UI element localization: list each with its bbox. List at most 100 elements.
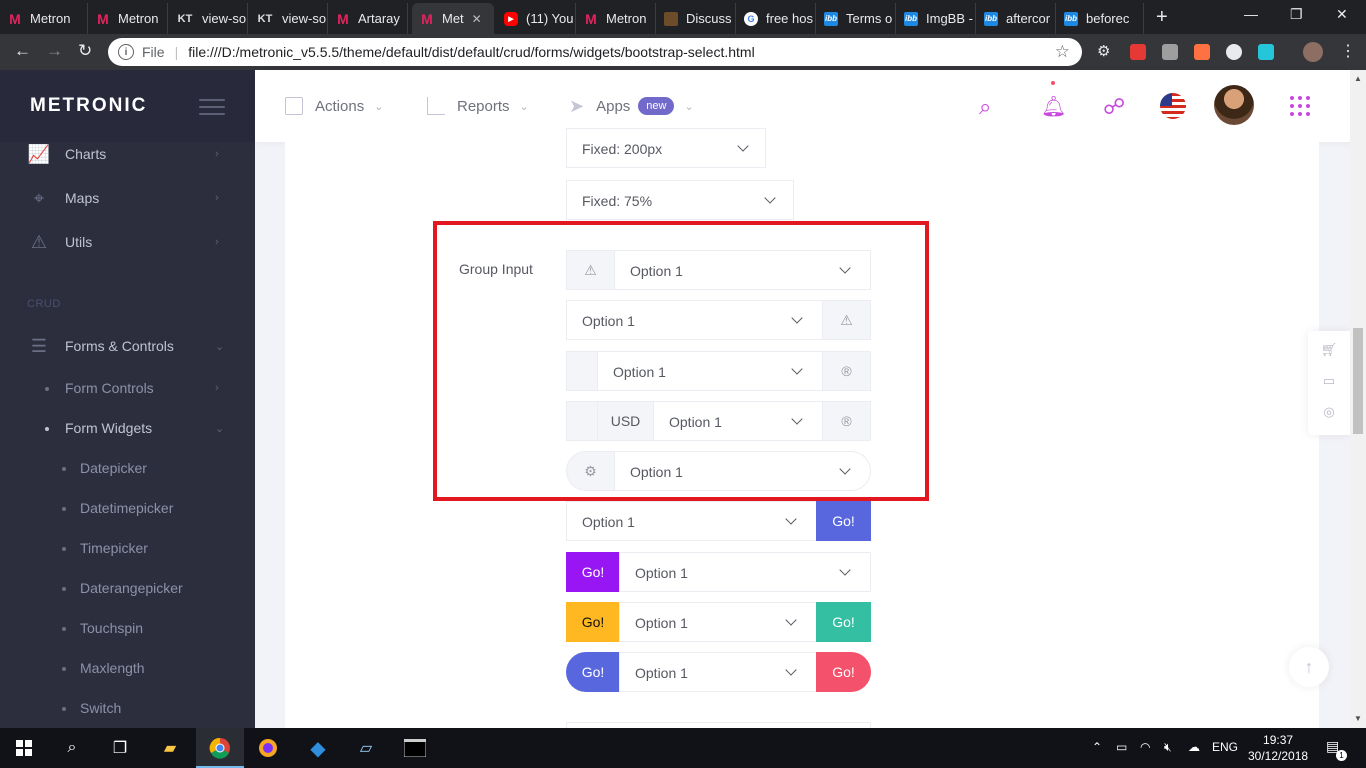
page-scrollbar[interactable]: ▲ ▼ bbox=[1350, 70, 1366, 728]
select-group-4[interactable]: Option 1 bbox=[653, 401, 823, 441]
browser-tab[interactable]: M Metron bbox=[576, 3, 656, 34]
sidebar-item-charts[interactable]: 📈 Charts › bbox=[0, 134, 255, 174]
notepad-icon[interactable]: ▱ bbox=[354, 736, 378, 760]
windows-start-icon[interactable] bbox=[12, 736, 36, 760]
sidebar-item-datetimepicker[interactable]: Datetimepicker bbox=[80, 500, 173, 516]
go-button-purple[interactable]: Go! bbox=[566, 552, 620, 592]
extension-icon[interactable] bbox=[1258, 44, 1274, 60]
browser-tab-active[interactable]: M Met ✕ bbox=[412, 3, 494, 34]
flag-us-icon[interactable] bbox=[1160, 93, 1186, 119]
extension-icon[interactable] bbox=[1162, 44, 1178, 60]
bullet-icon bbox=[62, 627, 66, 631]
back-icon[interactable]: ← bbox=[14, 41, 31, 61]
chrome-icon[interactable] bbox=[208, 736, 232, 760]
extension-icon[interactable] bbox=[1130, 44, 1146, 60]
select-fixed-75[interactable]: Fixed: 75% bbox=[566, 180, 794, 220]
select-group-8[interactable]: Option 1 bbox=[619, 602, 817, 642]
sidebar-item-form-controls[interactable]: Form Controls › bbox=[0, 368, 255, 408]
select-group-5[interactable]: Option 1 bbox=[614, 451, 871, 491]
minimize-icon[interactable]: — bbox=[1244, 6, 1258, 22]
sidebar-item-datepicker[interactable]: Datepicker bbox=[80, 460, 147, 476]
clock[interactable]: 19:37 30/12/2018 bbox=[1248, 732, 1308, 764]
select-group-7[interactable]: Option 1 bbox=[619, 552, 871, 592]
terminal-icon[interactable] bbox=[403, 736, 427, 760]
select-group-3[interactable]: Option 1 bbox=[597, 351, 823, 391]
scroll-top-button[interactable]: ↑ bbox=[1289, 647, 1329, 687]
lifebuoy-icon[interactable]: ◎ bbox=[1322, 404, 1336, 419]
browser-tab[interactable]: M Artaray bbox=[328, 3, 408, 34]
chevron-down-icon bbox=[785, 664, 797, 676]
browser-tab[interactable]: Discuss bbox=[656, 3, 736, 34]
bookmark-star-icon[interactable]: ☆ bbox=[1055, 42, 1070, 62]
browser-tab[interactable]: M Metron bbox=[88, 3, 168, 34]
select-group-6[interactable]: Option 1 bbox=[566, 501, 817, 541]
vpn-icon[interactable] bbox=[256, 736, 280, 760]
sidebar-item-timepicker[interactable]: Timepicker bbox=[80, 540, 148, 556]
extension-icon[interactable] bbox=[1226, 44, 1242, 60]
nav-reports[interactable]: Reports ⌄ bbox=[427, 70, 529, 142]
browser-tab[interactable]: ibb aftercor bbox=[976, 3, 1056, 34]
nav-actions[interactable]: Actions ⌄ bbox=[285, 70, 383, 142]
select-group-1[interactable]: Option 1 bbox=[614, 250, 871, 290]
cart-icon[interactable]: 🛒︎ bbox=[1321, 342, 1338, 357]
extension-icon[interactable] bbox=[1194, 44, 1210, 60]
browser-tab[interactable]: ibb ImgBB - bbox=[896, 3, 976, 34]
go-button-red-pill[interactable]: Go! bbox=[816, 652, 871, 692]
scrollbar-thumb[interactable] bbox=[1353, 328, 1363, 434]
wifi-icon[interactable]: ◠ bbox=[1140, 740, 1150, 754]
scroll-down-arrow[interactable]: ▼ bbox=[1354, 714, 1362, 723]
browser-tab[interactable]: M Metron bbox=[0, 3, 88, 34]
sidebar-item-maps[interactable]: ⌖ Maps › bbox=[0, 178, 255, 218]
sidebar-toggle-icon[interactable] bbox=[199, 99, 225, 120]
menu-kebab-icon[interactable]: ⋮ bbox=[1340, 41, 1356, 61]
go-button-blue-pill[interactable]: Go! bbox=[566, 652, 620, 692]
apps-grid-icon[interactable] bbox=[1290, 96, 1310, 116]
select-fixed-200[interactable]: Fixed: 200px bbox=[566, 128, 766, 168]
info-icon[interactable]: i bbox=[118, 44, 134, 60]
browser-tab[interactable]: KT view-so bbox=[168, 3, 248, 34]
code-icon[interactable]: ▭ bbox=[1322, 373, 1336, 388]
browser-tab[interactable]: KT view-so bbox=[248, 3, 328, 34]
browser-tab[interactable]: Gfree hos bbox=[736, 3, 816, 34]
vscode-icon[interactable]: ◆ bbox=[306, 736, 330, 760]
sidebar-item-forms-controls[interactable]: ☰ Forms & Controls ⌄ bbox=[0, 326, 255, 366]
address-bar[interactable]: i File | file:///D:/metronic_v5.5.5/them… bbox=[108, 38, 1082, 66]
sidebar-item-form-widgets[interactable]: Form Widgets ⌄ bbox=[0, 408, 255, 448]
chevron-down-icon bbox=[839, 262, 851, 274]
battery-icon[interactable]: ▭ bbox=[1116, 740, 1127, 754]
scroll-up-arrow[interactable]: ▲ bbox=[1354, 74, 1362, 83]
chevron-up-icon[interactable]: ⌃ bbox=[1092, 740, 1102, 754]
new-tab-button[interactable]: + bbox=[1156, 6, 1168, 29]
close-window-icon[interactable]: ✕ bbox=[1336, 6, 1348, 23]
reload-icon[interactable]: ↻ bbox=[78, 41, 92, 61]
select-group-9[interactable]: Option 1 bbox=[619, 652, 817, 692]
sidebar-item-maxlength[interactable]: Maxlength bbox=[80, 660, 145, 676]
file-explorer-icon[interactable]: ▰ bbox=[158, 736, 182, 760]
share-icon[interactable]: ☍ bbox=[1103, 94, 1125, 120]
restore-icon[interactable]: ❐ bbox=[1290, 6, 1303, 23]
search-icon[interactable]: ⌕ bbox=[60, 736, 84, 760]
volume-muted-icon[interactable]: 🔇︎ bbox=[1164, 740, 1172, 755]
avatar[interactable] bbox=[1214, 85, 1254, 125]
task-view-icon[interactable]: ❐ bbox=[108, 736, 132, 760]
go-button-green[interactable]: Go! bbox=[816, 602, 871, 642]
search-icon[interactable]: ⌕ bbox=[979, 94, 991, 120]
go-button-blue[interactable]: Go! bbox=[816, 501, 871, 541]
browser-tab[interactable]: ibb beforec bbox=[1056, 3, 1144, 34]
forward-icon[interactable]: → bbox=[46, 41, 63, 61]
chevron-down-icon bbox=[785, 513, 797, 525]
sidebar-item-switch[interactable]: Switch bbox=[80, 700, 121, 716]
browser-tab[interactable]: ibb Terms o bbox=[816, 3, 896, 34]
sidebar-item-utils[interactable]: ⚠ Utils › bbox=[0, 222, 255, 262]
sidebar-item-touchspin[interactable]: Touchspin bbox=[80, 620, 143, 636]
close-icon[interactable]: ✕ bbox=[472, 12, 482, 26]
profile-avatar[interactable] bbox=[1303, 42, 1323, 62]
sidebar-item-daterangepicker[interactable]: Daterangepicker bbox=[80, 580, 183, 596]
bell-icon[interactable]: 🔔︎ bbox=[1041, 94, 1066, 119]
onedrive-icon[interactable]: ☁ bbox=[1188, 740, 1200, 754]
settings-extension-icon[interactable]: ⚙ bbox=[1097, 42, 1113, 60]
language-indicator[interactable]: ENG bbox=[1212, 740, 1238, 754]
browser-tab[interactable]: ▶ (11) You bbox=[496, 3, 576, 34]
go-button-yellow[interactable]: Go! bbox=[566, 602, 620, 642]
select-group-2[interactable]: Option 1 bbox=[566, 300, 823, 340]
